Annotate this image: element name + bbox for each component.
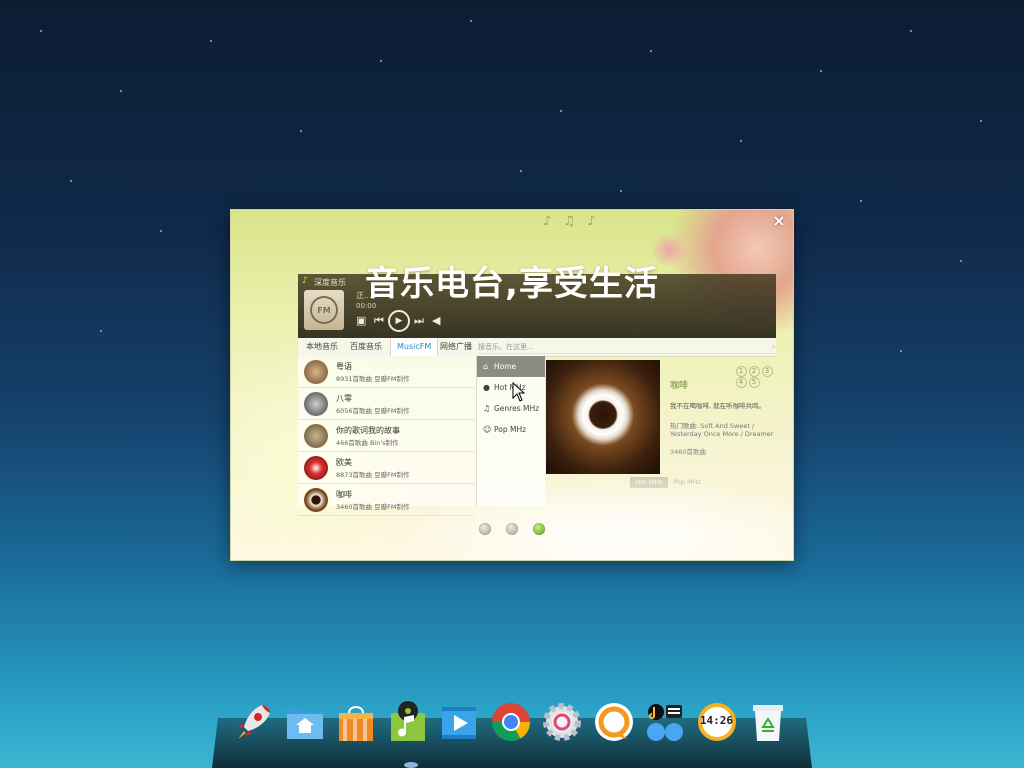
- pager-page[interactable]: 1: [736, 366, 747, 377]
- pager-page[interactable]: 4: [736, 377, 747, 388]
- dock-trash[interactable]: [747, 701, 789, 743]
- decor-music-notes: ♪ ♫ ♪: [543, 214, 600, 229]
- pager-page[interactable]: 3: [762, 366, 773, 377]
- nav-item-genres[interactable]: ♫ Genres MHz: [477, 398, 545, 419]
- channel-list: 粤语 8931首歌曲 豆瓣FM制作 八零 6056首歌曲 豆瓣FM制作 你的歌词…: [298, 356, 476, 516]
- shopping-bag-icon: [339, 706, 373, 741]
- channel-info: 466首歌曲 Bin's制作: [336, 439, 399, 447]
- search-placeholder: 搜音乐、在这里...: [478, 343, 534, 351]
- detail-count: 3460首歌曲: [670, 448, 707, 456]
- dock-music[interactable]: [387, 701, 429, 743]
- rocket-icon: [238, 705, 270, 739]
- list-item[interactable]: 粤语 8931首歌曲 豆瓣FM制作: [298, 356, 476, 388]
- channel-avatar: [304, 424, 328, 448]
- welcome-dialog: ♪ ♫ ♪ × ♪ 深度音乐 FM 正... 00:00 ▣ ⏮ ▶ ⏭ ◀ 本…: [230, 209, 794, 561]
- home-folder-icon: [286, 709, 323, 739]
- detail-songs: 热门歌曲: Soft And Sweet / Yesterday Once Mo…: [670, 422, 774, 438]
- channel-info: 3460首歌曲 豆瓣FM制作: [336, 503, 410, 511]
- nav-label: Home: [494, 362, 517, 371]
- app-title: 深度音乐: [314, 278, 346, 287]
- search-icon[interactable]: ⌕: [772, 341, 776, 353]
- trash-recycle-icon: [753, 705, 783, 741]
- pager-page[interactable]: 5: [749, 377, 760, 388]
- page-dot-3[interactable]: [533, 523, 546, 535]
- page-dot-1[interactable]: [479, 523, 491, 535]
- chat-ring-icon: [594, 703, 633, 741]
- channel-info: 8873首歌曲 豆瓣FM制作: [336, 471, 410, 479]
- channel-info: 8931首歌曲 豆瓣FM制作: [336, 375, 410, 383]
- tab-net-radio[interactable]: 网络广播: [434, 338, 478, 356]
- fm-nav: ⌂ Home ● Hot MHz ♫ Genres MHz ☺ Pop MHz: [476, 356, 545, 506]
- nav-item-home[interactable]: ⌂ Home: [477, 356, 545, 377]
- channel-cover-image: [546, 360, 660, 474]
- player-tabs: 本地音乐 百度音乐 MusicFM 网络广播 搜音乐、在这里... ⌕: [298, 338, 778, 357]
- page-dot-2[interactable]: [506, 523, 519, 535]
- film-play-icon: [442, 707, 476, 739]
- dock-chat[interactable]: [593, 701, 635, 743]
- detail-description: 我不在喝咖啡, 就在听咖啡共鸣。: [670, 402, 766, 410]
- music-note-icon: ♫: [483, 404, 491, 413]
- hot-icon: ●: [483, 383, 490, 392]
- app-group-icon: [647, 704, 683, 741]
- dock-app-group[interactable]: [644, 701, 686, 743]
- channel-name: 你的歌词我的故事: [336, 426, 400, 435]
- clock-text: 14:26: [699, 714, 734, 727]
- nav-item-hot[interactable]: ● Hot MHz: [477, 377, 545, 398]
- detail-pager: 1 2 3 4 5: [736, 366, 778, 388]
- detail-title: 咖啡: [670, 381, 689, 391]
- channel-avatar: [304, 488, 328, 512]
- nav-item-pop[interactable]: ☺ Pop MHz: [477, 419, 545, 440]
- channel-avatar: [304, 360, 328, 384]
- dock-icons: 14:26: [232, 701, 799, 747]
- close-button[interactable]: ×: [771, 213, 787, 229]
- gear-icon: [543, 703, 581, 741]
- chrome-icon: [491, 703, 530, 742]
- album-cover: FM: [304, 290, 344, 330]
- cover-label: FM: [310, 296, 338, 324]
- nav-label: Genres MHz: [494, 404, 540, 413]
- channel-name: 咖啡: [336, 490, 352, 499]
- previous-icon[interactable]: ⏮: [374, 314, 384, 328]
- dock-clock[interactable]: 14:26: [696, 701, 738, 743]
- smile-icon: ☺: [483, 425, 492, 434]
- channel-avatar: [304, 392, 328, 416]
- tab-musicfm[interactable]: MusicFM: [390, 338, 439, 356]
- dock-settings[interactable]: [541, 701, 583, 743]
- volume-icon[interactable]: ◀: [432, 314, 440, 328]
- channel-name: 欧美: [336, 458, 352, 467]
- dock-file-manager[interactable]: [284, 701, 326, 743]
- list-item[interactable]: 欧美 8873首歌曲 豆瓣FM制作: [298, 452, 476, 484]
- music-note-icon: [390, 701, 425, 741]
- channel-info: 6056首歌曲 豆瓣FM制作: [336, 407, 410, 415]
- nav-label: Pop MHz: [494, 425, 527, 434]
- page-dots: [479, 520, 555, 539]
- home-icon: ⌂: [483, 362, 489, 371]
- repeat-icon[interactable]: ▣: [356, 314, 366, 328]
- list-item[interactable]: 你的歌词我的故事 466首歌曲 Bin's制作: [298, 420, 476, 452]
- search-input[interactable]: 搜音乐、在这里... ⌕: [478, 341, 778, 354]
- next-icon[interactable]: ⏭: [414, 314, 424, 328]
- tab-local-music[interactable]: 本地音乐: [300, 338, 344, 356]
- list-item[interactable]: 八零 6056首歌曲 豆瓣FM制作: [298, 388, 476, 420]
- channel-name: 粤语: [336, 362, 352, 371]
- pager-page[interactable]: 2: [749, 366, 760, 377]
- dock-launcher[interactable]: [232, 701, 274, 743]
- music-app-icon: ♪: [302, 276, 308, 286]
- running-indicator: [404, 762, 418, 768]
- dock-video-player[interactable]: [438, 701, 480, 743]
- channel-name: 八零: [336, 394, 352, 403]
- player-preview: ♪ 深度音乐 FM 正... 00:00 ▣ ⏮ ▶ ⏭ ◀ 本地音乐 百度音乐…: [298, 274, 778, 516]
- tab-baidu-music[interactable]: 百度音乐: [344, 338, 388, 356]
- dialog-headline: 音乐电台,享受生活: [365, 264, 659, 304]
- channel-avatar: [304, 456, 328, 480]
- play-icon[interactable]: ▶: [388, 310, 410, 332]
- dock-software-center[interactable]: [335, 701, 377, 743]
- dock-browser[interactable]: [490, 701, 532, 743]
